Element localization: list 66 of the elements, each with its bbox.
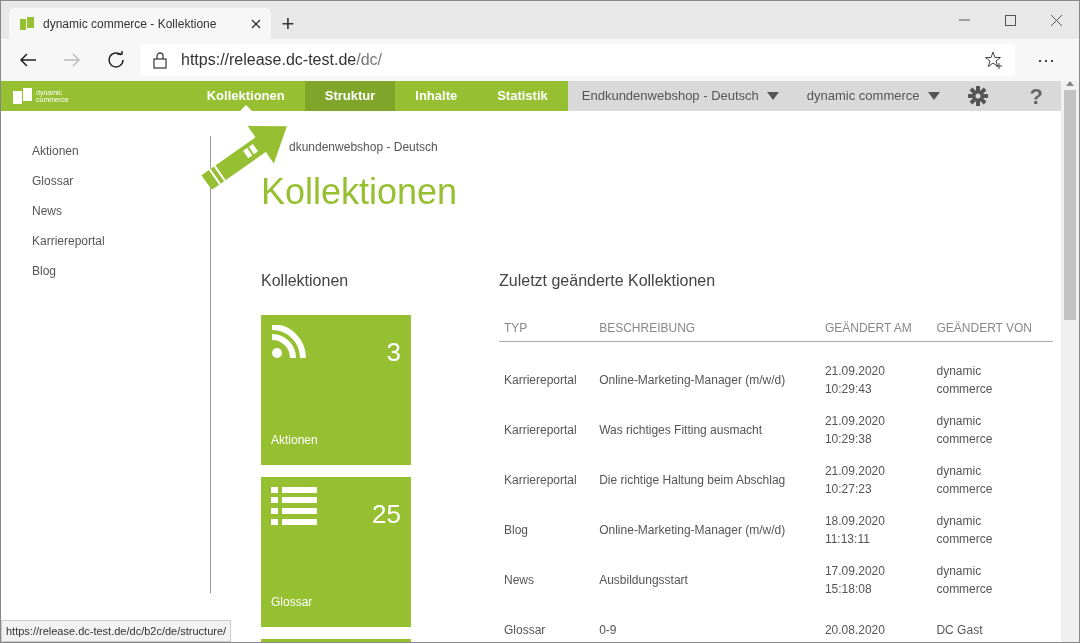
sidebar-link[interactable]: Blog — [32, 262, 57, 280]
tile-label: Glossar — [271, 593, 313, 611]
table-cell-text: Die richtige Haltung beim Abschlag — [598, 472, 787, 489]
status-url: https://release.dc-test.de/dc/b2c/de/structure/ — [1, 619, 232, 642]
breadcrumb[interactable]: dkundenwebshop - Deutsch — [289, 138, 438, 156]
table-cell-text: 0-9 — [598, 622, 618, 639]
table-cell-text: dynamic commerce — [935, 363, 994, 398]
new-tab-button[interactable]: + — [271, 8, 305, 39]
table-cell-text: Karriereportal — [503, 422, 578, 439]
maximize-icon[interactable] — [1004, 14, 1016, 26]
table-cell-text: 17.09.2020 15:18:08 — [823, 563, 886, 598]
table-cell-text: Was richtiges Fitting ausmacht — [598, 422, 764, 439]
sidebar-link[interactable]: Aktionen — [32, 142, 79, 160]
settings-icon[interactable] — [967, 86, 988, 106]
column-header: GEÄNDERT AM — [819, 314, 932, 341]
more-button[interactable]: ··· — [1021, 45, 1071, 75]
table-cell-text: Karriereportal — [503, 472, 578, 489]
page-title: Kollektionen — [261, 169, 459, 214]
tab-title: dynamic commerce - Kollektione — [43, 15, 218, 33]
address-bar[interactable]: https://release.dc-test.de/dc/ — [141, 44, 1015, 76]
close-icon[interactable] — [1050, 14, 1062, 26]
scrollbar[interactable] — [1061, 81, 1079, 642]
star-icon[interactable] — [985, 51, 1003, 69]
table-cell-text: Online-Marketing-Manager (m/w/d) — [598, 522, 787, 539]
tile-count: 25 — [372, 497, 401, 531]
favicon-icon — [19, 15, 35, 32]
dropdown-button[interactable]: Endkundenwebshop - Deutsch — [567, 81, 793, 111]
table-cell-text: dynamic commerce — [935, 513, 994, 548]
table-cell-text: 21.09.2020 10:29:38 — [823, 413, 886, 448]
table-cell-text: 18.09.2020 11:13:11 — [823, 513, 886, 548]
tile-label: Aktionen — [271, 431, 318, 449]
table-cell-text: 21.09.2020 10:27:23 — [823, 463, 886, 498]
table-cell-text: 20.08.2020 — [823, 622, 886, 639]
table-cell-text: 21.09.2020 10:29:43 — [823, 363, 886, 398]
table-cell-text: dynamic commerce — [935, 413, 994, 448]
sidebar-link[interactable]: Glossar — [32, 172, 74, 190]
column-header: GEÄNDERT VON — [931, 314, 1053, 341]
caret-icon — [927, 92, 940, 100]
rss-icon — [271, 324, 309, 359]
table-cell-text: DC Gast — [935, 622, 984, 639]
table-cell-text: Blog — [503, 522, 530, 539]
url-text: https://release.dc-test.de/dc/ — [181, 50, 382, 70]
section-heading: Zuletzt geänderte Kollektionen — [499, 270, 717, 291]
lock-icon — [153, 51, 167, 69]
section-heading: Kollektionen — [261, 270, 350, 291]
browser-tab[interactable]: dynamic commerce - Kollektione — [9, 8, 271, 39]
column-header: TYP — [499, 314, 595, 341]
dropdown-button[interactable]: dynamic commerce — [792, 81, 954, 111]
tile-count: 3 — [386, 335, 401, 369]
list-icon — [271, 486, 317, 525]
table-cell-text: Ausbildungsstart — [598, 572, 689, 589]
sidebar-link[interactable]: Karriereportal — [32, 232, 105, 250]
column-header: BESCHREIBUNG — [594, 314, 820, 341]
table-cell-text: Online-Marketing-Manager (m/w/d) — [598, 372, 787, 389]
table-cell-text: Glossar — [503, 622, 547, 639]
logo-icon — [13, 87, 33, 105]
table-cell-text: dynamic commerce — [935, 463, 994, 498]
close-icon[interactable] — [251, 18, 261, 29]
table-cell-text: Karriereportal — [503, 372, 578, 389]
back-icon[interactable] — [19, 52, 37, 68]
sidebar-link[interactable]: News — [32, 202, 62, 220]
table-cell-text: News — [503, 572, 535, 589]
table-cell-text: dynamic commerce — [935, 563, 994, 598]
help-button[interactable]: ? — [1001, 79, 1061, 113]
reload-icon[interactable] — [107, 51, 125, 69]
caret-icon — [766, 92, 779, 100]
